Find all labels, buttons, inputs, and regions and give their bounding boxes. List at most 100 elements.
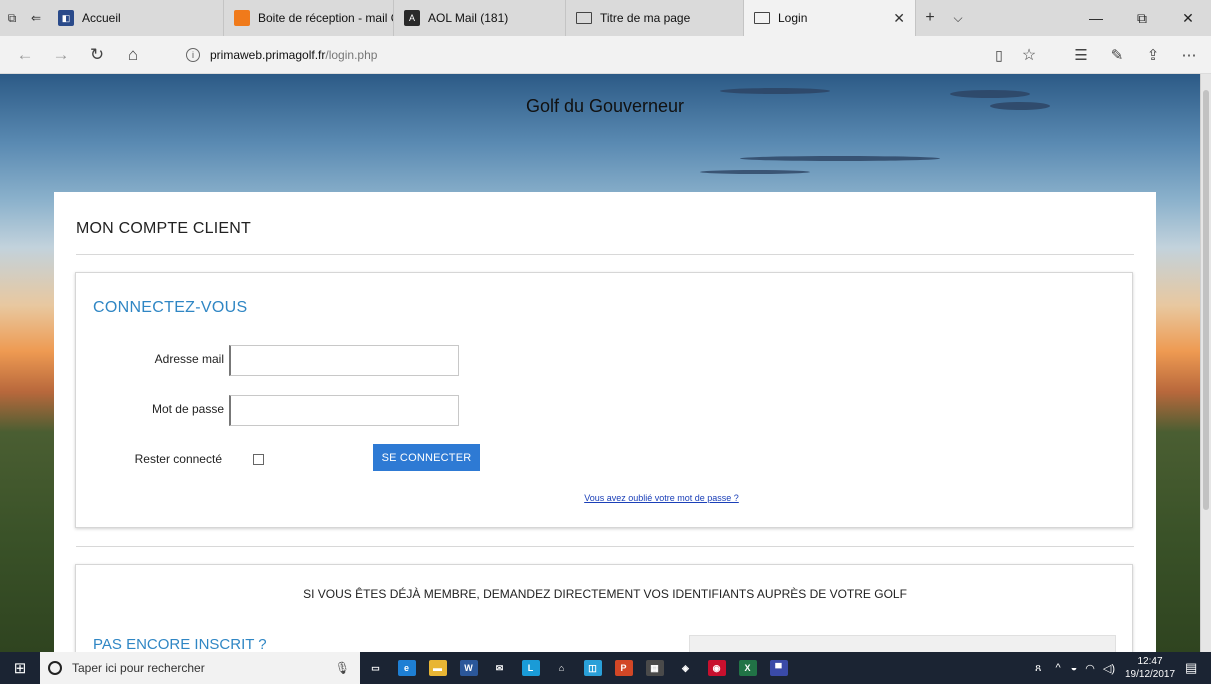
site-info-icon[interactable]: i bbox=[186, 48, 200, 62]
wifi-icon[interactable]: ◠ bbox=[1085, 662, 1095, 675]
favorite-star-icon[interactable]: ☆ bbox=[1012, 36, 1046, 74]
member-notice: SI VOUS ÊTES DÉJÀ MEMBRE, DEMANDEZ DIREC… bbox=[303, 587, 907, 601]
more-icon[interactable]: ⋯ bbox=[1172, 36, 1206, 74]
taskbar-apps: ▭ e ▬ W ✉ L ⌂ ◫ P ▦ ◈ ◉ X ▀ bbox=[360, 652, 794, 684]
calculator-icon: ▦ bbox=[645, 660, 664, 676]
divider bbox=[76, 254, 1134, 255]
tab-accueil[interactable]: ◧ Accueil bbox=[48, 0, 224, 36]
account-panel: MON COMPTE CLIENT CONNECTEZ-VOUS Adresse… bbox=[54, 192, 1156, 652]
cloud-decoration bbox=[740, 156, 940, 161]
taskbar-app-button[interactable]: W bbox=[453, 652, 484, 684]
tab-label: Accueil bbox=[82, 11, 121, 25]
email-label: Adresse mail bbox=[154, 352, 224, 366]
tab-preview-icon[interactable]: ⧉ bbox=[0, 0, 24, 36]
taskbar-search[interactable]: Taper ici pour rechercher 🎙 bbox=[40, 652, 360, 684]
network-icon[interactable]: ◒ bbox=[1071, 662, 1078, 674]
share-icon[interactable]: ⇪ bbox=[1136, 36, 1170, 74]
address-bar[interactable]: i primaweb.primagolf.fr /login.php bbox=[186, 45, 986, 65]
remember-checkbox[interactable] bbox=[253, 454, 264, 465]
powerpoint-icon: P bbox=[614, 660, 633, 676]
minimize-icon[interactable]: — bbox=[1073, 0, 1119, 36]
word-icon: W bbox=[459, 660, 478, 676]
show-hidden-icons-chevron-icon[interactable]: ^ bbox=[1055, 662, 1060, 674]
tab-orange-mail[interactable]: Boite de réception - mail Oı bbox=[224, 0, 394, 36]
clock-date: 19/12/2017 bbox=[1125, 669, 1176, 680]
tab-titre-de-ma-page[interactable]: Titre de ma page bbox=[566, 0, 744, 36]
password-label: Mot de passe bbox=[151, 402, 224, 416]
register-card: SI VOUS ÊTES DÉJÀ MEMBRE, DEMANDEZ DIREC… bbox=[75, 564, 1133, 652]
page-scrollbar[interactable] bbox=[1200, 74, 1211, 652]
taskbar-app-button[interactable]: ⌂ bbox=[546, 652, 577, 684]
set-aside-tabs-icon[interactable]: ⇐ bbox=[24, 0, 48, 36]
email-field[interactable] bbox=[229, 345, 459, 376]
taskbar-app-button[interactable]: P bbox=[608, 652, 639, 684]
clock-time: 12:47 bbox=[1137, 656, 1163, 667]
refresh-icon[interactable]: ↻ bbox=[80, 36, 114, 74]
volume-icon[interactable]: ◁) bbox=[1103, 662, 1115, 675]
close-window-icon[interactable]: ✕ bbox=[1165, 0, 1211, 36]
aol-favicon-icon: A bbox=[404, 10, 420, 26]
back-icon[interactable]: ← bbox=[8, 36, 42, 74]
forgot-password-link[interactable]: Vous avez oublié votre mot de passe ? bbox=[76, 493, 1134, 503]
action-center-icon[interactable]: ▤ bbox=[1185, 660, 1201, 676]
excel-icon: X bbox=[738, 660, 757, 676]
taskbar-app-button[interactable]: ◈ bbox=[670, 652, 701, 684]
tab-login[interactable]: Login ✕ bbox=[744, 0, 916, 36]
browser-tab-strip: ⧉ ⇐ ◧ Accueil Boite de réception - mail … bbox=[0, 0, 1211, 36]
accueil-favicon-icon: ◧ bbox=[58, 10, 74, 26]
login-card: CONNECTEZ-VOUS Adresse mail Mot de passe… bbox=[75, 272, 1133, 528]
taskbar-app-button[interactable]: X bbox=[732, 652, 763, 684]
app-white-icon: ◈ bbox=[676, 660, 695, 676]
mail-icon: ✉ bbox=[490, 660, 509, 676]
tab-label: Login bbox=[778, 11, 808, 25]
tab-label: Titre de ma page bbox=[600, 11, 691, 25]
forward-icon[interactable]: → bbox=[44, 36, 78, 74]
microphone-icon[interactable]: 🎙 bbox=[335, 661, 350, 675]
divider bbox=[76, 546, 1134, 547]
remember-label: Rester connecté bbox=[134, 452, 222, 466]
taskbar-app-button[interactable]: ◉ bbox=[701, 652, 732, 684]
edge-icon: e bbox=[397, 660, 416, 676]
taskbar-app-button[interactable]: ✉ bbox=[484, 652, 515, 684]
restore-icon[interactable]: ⧉ bbox=[1119, 0, 1165, 36]
taskbar-app-button[interactable]: ▀ bbox=[763, 652, 794, 684]
web-note-icon[interactable]: ✎ bbox=[1100, 36, 1134, 74]
close-tab-icon[interactable]: ✕ bbox=[893, 10, 905, 27]
taskbar-app-button[interactable]: ▬ bbox=[422, 652, 453, 684]
page-favicon-icon bbox=[576, 12, 592, 24]
page-favicon-icon bbox=[754, 12, 770, 24]
register-heading: PAS ENCORE INSCRIT ? bbox=[93, 636, 267, 652]
windows-start-icon[interactable]: ⊞ bbox=[0, 652, 40, 684]
password-field[interactable] bbox=[229, 395, 459, 426]
orange-favicon-icon bbox=[234, 10, 250, 26]
taskbar-app-button[interactable]: ▭ bbox=[360, 652, 391, 684]
login-heading: CONNECTEZ-VOUS bbox=[93, 299, 248, 316]
taskbar-app-button[interactable]: ◫ bbox=[577, 652, 608, 684]
app-l-icon: L bbox=[521, 660, 540, 676]
login-button[interactable]: SE CONNECTER bbox=[373, 444, 480, 471]
taskbar-clock[interactable]: 12:47 19/12/2017 bbox=[1125, 655, 1175, 681]
chevron-down-icon[interactable]: ⌵ bbox=[944, 0, 972, 36]
reading-view-icon[interactable]: ▯ bbox=[982, 36, 1016, 74]
favorites-hub-icon[interactable]: ☰ bbox=[1064, 36, 1098, 74]
page-viewport: Golf du Gouverneur MON COMPTE CLIENT CON… bbox=[0, 74, 1200, 652]
file-explorer-icon: ▬ bbox=[428, 660, 447, 676]
scrollbar-thumb[interactable] bbox=[1203, 90, 1209, 510]
cloud-decoration bbox=[720, 88, 830, 94]
people-icon[interactable]: ጸ bbox=[1035, 662, 1041, 675]
store-icon: ⌂ bbox=[552, 660, 571, 676]
app-purple-icon: ▀ bbox=[769, 660, 788, 676]
tab-label: Boite de réception - mail Oı bbox=[258, 11, 394, 25]
register-side-box bbox=[689, 635, 1116, 652]
app-blue-icon: ◫ bbox=[583, 660, 602, 676]
taskbar-app-button[interactable]: ▦ bbox=[639, 652, 670, 684]
new-tab-icon[interactable]: + bbox=[916, 0, 944, 36]
site-title: Golf du Gouverneur bbox=[525, 96, 685, 116]
taskbar-app-button[interactable]: e bbox=[391, 652, 422, 684]
tab-aol-mail[interactable]: A AOL Mail (181) bbox=[394, 0, 566, 36]
taskbar-app-button[interactable]: L bbox=[515, 652, 546, 684]
account-title: MON COMPTE CLIENT bbox=[76, 220, 251, 237]
app-red-icon: ◉ bbox=[707, 660, 726, 676]
tab-label: AOL Mail (181) bbox=[428, 11, 509, 25]
home-icon[interactable]: ⌂ bbox=[116, 36, 150, 74]
